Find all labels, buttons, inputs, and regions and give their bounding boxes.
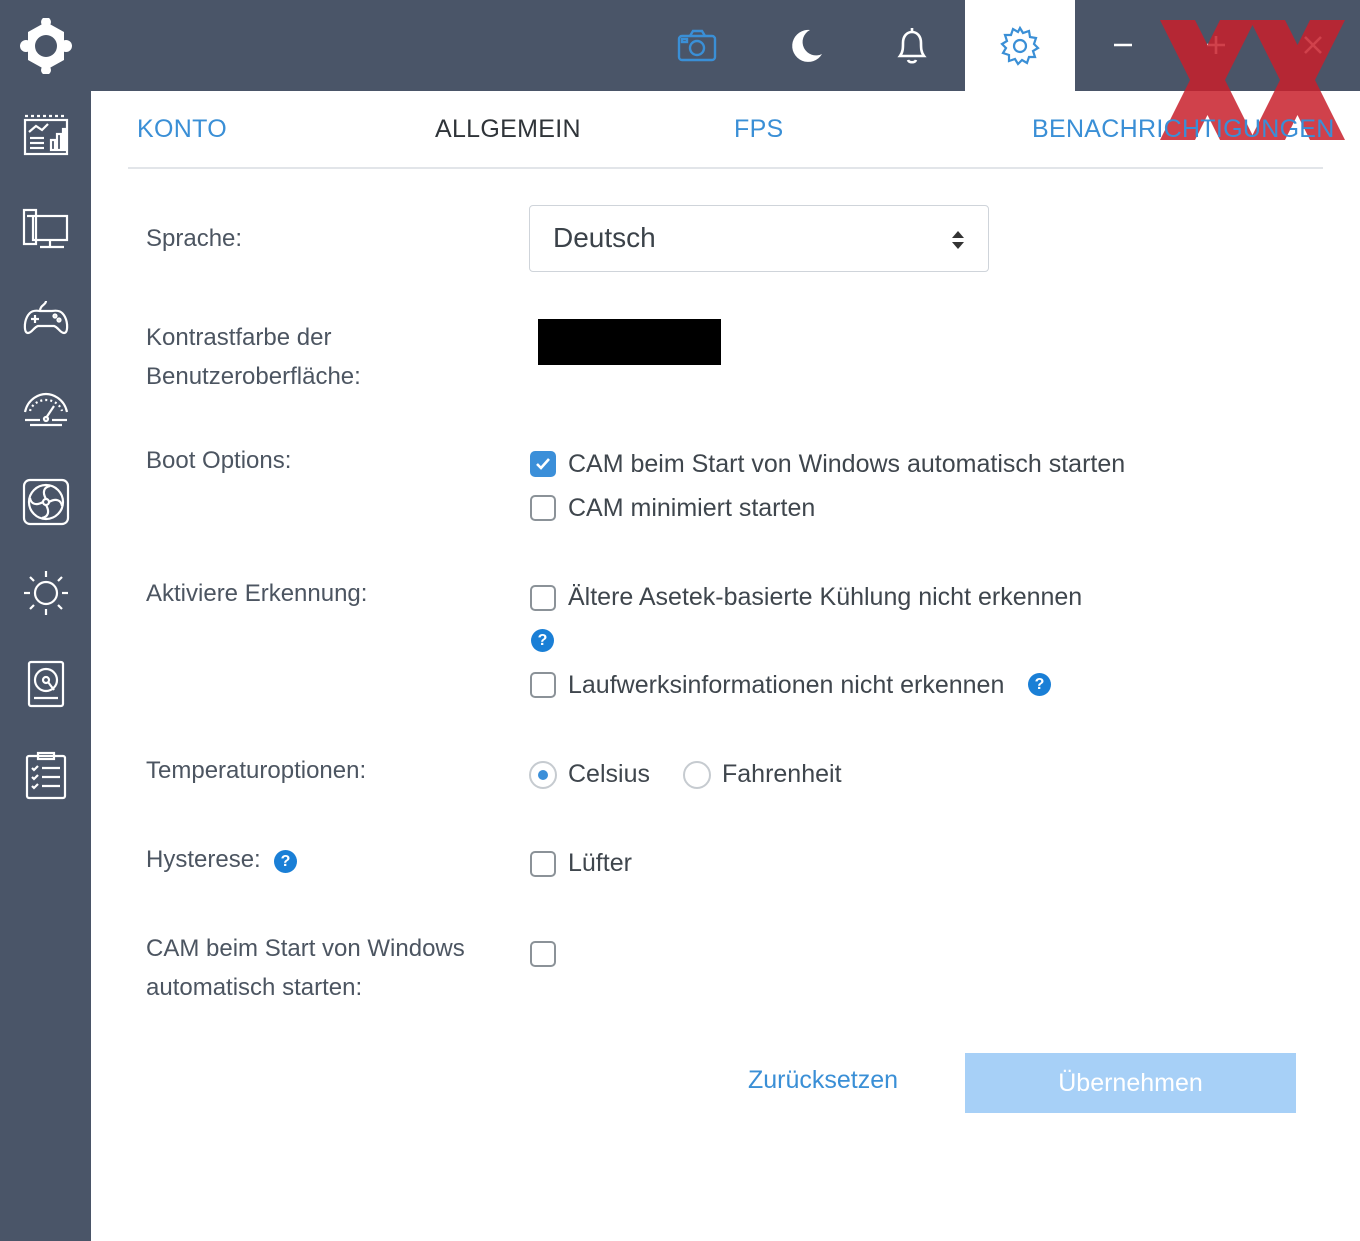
asetek-checkbox[interactable] [530,585,556,611]
start-minimized-text: CAM minimiert starten [568,494,816,522]
boot-options-label: Boot Options: [146,447,292,474]
bell-icon[interactable] [884,18,940,74]
select-arrows-icon [952,231,964,249]
temperature-label: Temperaturoptionen: [146,757,367,784]
gear-icon[interactable] [965,0,1075,91]
autostart-checkbox[interactable] [530,451,556,477]
dashboard-icon[interactable] [18,108,74,164]
sidebar [0,91,91,1241]
fan-icon[interactable] [18,474,74,530]
fan-option-text: Lüfter [568,849,632,877]
tab-fps[interactable]: FPS [734,115,784,144]
autostart2-label: CAM beim Start von Windows automatisch s… [146,935,465,1001]
fan-checkbox[interactable] [530,851,556,877]
celsius-text: Celsius [568,760,650,788]
title-bar [0,0,1360,91]
contrast-color-swatch[interactable] [538,319,721,365]
drives-help-icon[interactable]: ? [1028,673,1051,696]
app-logo-icon [18,17,74,75]
fahrenheit-radio[interactable] [683,761,711,789]
asetek-option-text: Ältere Asetek-basierte Kühlung nicht erk… [568,583,1083,611]
reset-button[interactable]: Zurücksetzen [748,1066,898,1095]
tab-benachrichtigungen[interactable]: BENACHRICHTIGUNGEN [1032,115,1335,144]
tab-allgemein[interactable]: ALLGEMEIN [435,115,581,144]
pc-monitor-icon[interactable] [18,200,74,256]
tab-konto[interactable]: KONTO [137,115,227,144]
language-select[interactable]: Deutsch [529,205,989,272]
checklist-icon[interactable] [18,748,74,804]
autostart-option-text: CAM beim Start von Windows automatisch s… [568,450,1126,478]
close-icon[interactable] [1288,20,1338,70]
autostart2-checkbox[interactable] [530,941,556,967]
storage-icon[interactable] [18,656,74,712]
checkmark-icon [536,458,550,470]
start-minimized-checkbox[interactable] [530,495,556,521]
celsius-radio[interactable] [529,761,557,789]
hysteresis-label: Hysterese: [146,846,261,873]
lighting-icon[interactable] [18,565,74,621]
asetek-help-icon[interactable]: ? [531,629,554,652]
language-value: Deutsch [553,222,656,253]
settings-tabs: KONTO ALLGEMEIN FPS BENACHRICHTIGUNGEN [128,91,1334,169]
drives-option-text: Laufwerksinformationen nicht erkennen [568,671,1005,699]
moon-icon[interactable] [778,18,834,74]
drives-checkbox[interactable] [530,672,556,698]
apply-button[interactable]: Übernehmen [965,1053,1296,1113]
contrast-label: Kontrastfarbe der Benutzeroberfläche: [146,324,361,390]
maximize-icon[interactable] [1191,20,1241,70]
hysteresis-help-icon[interactable]: ? [274,850,297,873]
minimize-icon[interactable] [1098,20,1148,70]
camera-icon[interactable] [669,18,725,74]
detection-label: Aktiviere Erkennung: [146,580,368,607]
speedometer-icon[interactable] [18,382,74,438]
language-label: Sprache: [146,225,243,252]
gamepad-icon[interactable] [18,291,74,347]
fahrenheit-text: Fahrenheit [722,760,842,788]
